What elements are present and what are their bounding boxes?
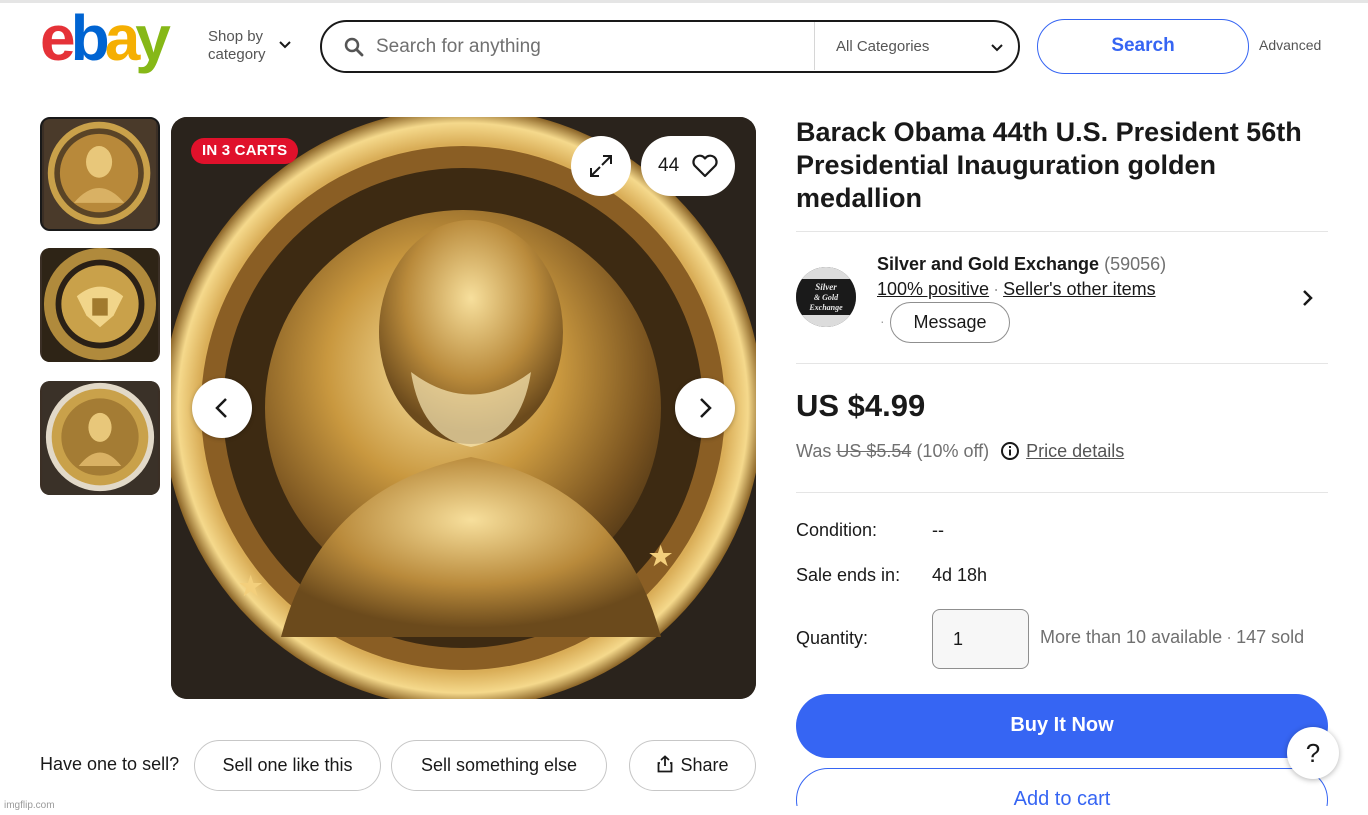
- sell-one-like-this-button[interactable]: Sell one like this: [194, 740, 381, 791]
- thumbnail-3[interactable]: [40, 381, 160, 495]
- next-image-button[interactable]: [675, 378, 735, 438]
- separator-dot: ·: [880, 313, 885, 329]
- was-price-row: Was US $5.54 (10% off) Price details: [796, 441, 1124, 462]
- previous-image-button[interactable]: [192, 378, 252, 438]
- svg-text:★: ★: [649, 542, 673, 571]
- sale-ends-label: Sale ends in:: [796, 565, 901, 585]
- help-button[interactable]: ?: [1287, 727, 1339, 779]
- svg-text:★: ★: [239, 572, 263, 601]
- main-product-image[interactable]: ★ ★: [171, 117, 756, 699]
- buy-it-now-button[interactable]: Buy It Now: [796, 694, 1328, 758]
- chevron-right-icon[interactable]: [1300, 288, 1316, 308]
- chevron-down-icon: [991, 44, 1003, 52]
- watermark-text: imgflip.com: [4, 800, 55, 811]
- seller-logo-line3: Exchange: [808, 303, 843, 312]
- thumbnail-2[interactable]: [40, 248, 160, 362]
- shop-by-category[interactable]: Shop by category: [208, 28, 266, 64]
- seller-name-text: Silver and Gold Exchange: [877, 254, 1100, 274]
- svg-text:ebay: ebay: [40, 12, 171, 74]
- chevron-right-icon: [700, 398, 712, 418]
- category-select[interactable]: All Categories: [836, 38, 929, 55]
- seller-feedback-count: (59056): [1104, 254, 1167, 274]
- top-border: [0, 0, 1368, 3]
- seller-logo-line2: & Gold: [814, 293, 839, 302]
- divider: [796, 363, 1328, 364]
- divider: [814, 22, 815, 70]
- separator-dot: ·: [993, 279, 1000, 299]
- search-input[interactable]: [376, 32, 806, 62]
- expand-image-button[interactable]: [571, 136, 631, 196]
- quantity-label: Quantity:: [796, 628, 869, 648]
- seller-other-items-link[interactable]: Seller's other items: [1003, 279, 1156, 299]
- item-title: Barack Obama 44th U.S. President 56th Pr…: [796, 117, 1302, 213]
- search-bar: All Categories: [320, 20, 1020, 73]
- advanced-search-link[interactable]: Advanced: [1259, 37, 1321, 53]
- thumbnail-1[interactable]: [40, 117, 160, 231]
- was-label: Was: [796, 441, 832, 461]
- condition-label: Condition:: [796, 520, 878, 540]
- quantity-input[interactable]: [932, 609, 1029, 669]
- condition-value: --: [932, 520, 944, 540]
- expand-icon: [590, 155, 612, 177]
- divider: [796, 492, 1328, 493]
- search-button[interactable]: Search: [1037, 19, 1249, 74]
- share-label: Share: [680, 755, 729, 775]
- sold-count: 147 sold: [1236, 627, 1305, 647]
- watch-button[interactable]: 44: [641, 136, 735, 196]
- search-icon: [344, 37, 364, 57]
- category-label: category: [208, 46, 266, 63]
- heart-icon: [692, 154, 718, 178]
- share-icon: [658, 755, 673, 773]
- seller-logo-line1: Silver: [815, 282, 837, 292]
- was-price: US $5.54: [836, 441, 912, 461]
- watch-count: 44: [658, 155, 680, 176]
- shop-by-label: Shop by: [208, 28, 264, 45]
- availability-text: More than 10 available · 147 sold: [1040, 627, 1304, 648]
- in-carts-badge: IN 3 CARTS: [191, 138, 299, 164]
- seller-name[interactable]: Silver and Gold Exchange (59056): [877, 254, 1166, 275]
- price-details-link[interactable]: Price details: [1026, 441, 1124, 461]
- divider: [796, 231, 1328, 232]
- have-one-to-sell-text: Have one to sell?: [40, 754, 180, 774]
- sale-ends-value: 4d 18h: [932, 565, 988, 585]
- sell-something-else-button[interactable]: Sell something else: [391, 740, 607, 791]
- share-button[interactable]: Share: [629, 740, 756, 791]
- message-seller-button[interactable]: Message: [890, 302, 1010, 343]
- ebay-logo[interactable]: ebay: [40, 2, 188, 74]
- chevron-down-icon: [279, 41, 291, 49]
- separator-dot: ·: [1226, 627, 1233, 647]
- available-count: More than 10 available: [1040, 627, 1223, 647]
- chevron-left-icon: [215, 398, 227, 418]
- viewport-edge: [780, 806, 1368, 815]
- positive-feedback-link[interactable]: 100% positive: [877, 279, 989, 299]
- seller-logo[interactable]: Silver & Gold Exchange: [796, 267, 856, 327]
- discount-text: (10% off): [916, 441, 990, 461]
- seller-links: 100% positive · Seller's other items: [877, 279, 1156, 300]
- item-price: US $4.99: [796, 388, 926, 423]
- info-icon[interactable]: [1000, 441, 1020, 461]
